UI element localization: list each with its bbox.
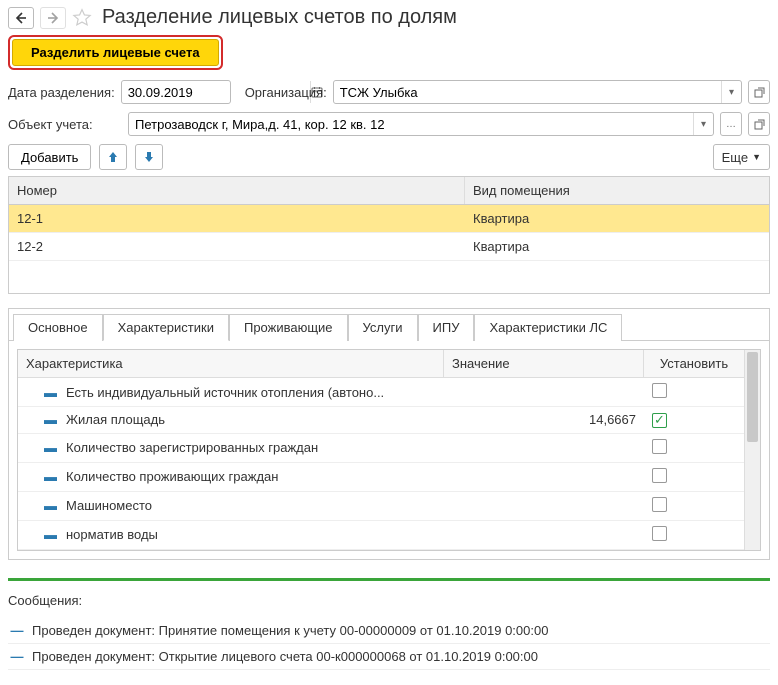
nav-forward-button[interactable]	[40, 7, 66, 29]
org-label: Организация:	[245, 85, 327, 100]
date-input-wrap	[121, 80, 231, 104]
char-header-value[interactable]: Значение	[444, 350, 644, 377]
split-button-highlight: Разделить лицевые счета	[8, 35, 223, 70]
nav-back-button[interactable]	[8, 7, 34, 29]
obj-open-button[interactable]	[748, 112, 770, 136]
grid-row[interactable]: 12-2 Квартира	[9, 233, 769, 261]
arrow-up-icon	[107, 151, 119, 163]
char-scrollbar[interactable]	[744, 350, 760, 550]
grid-cell-room-type: Квартира	[465, 205, 769, 232]
char-checkbox[interactable]	[652, 497, 667, 512]
message-text: Проведен документ: Принятие помещения к …	[32, 623, 548, 638]
message-row[interactable]: — Проведен документ: Принятие помещения …	[8, 618, 770, 644]
more-label: Еще	[722, 150, 748, 165]
collapse-icon: ▬	[44, 385, 56, 400]
char-value	[444, 387, 644, 397]
grid-cell-number: 12-1	[9, 205, 465, 232]
grid-cell-number: 12-2	[9, 233, 465, 260]
messages-title: Сообщения:	[8, 593, 770, 608]
tab-residents[interactable]: Проживающие	[229, 314, 348, 341]
section-separator	[8, 578, 770, 581]
char-row[interactable]: ▬ Машиноместо	[18, 492, 744, 521]
arrow-down-icon	[143, 151, 155, 163]
collapse-icon: ▬	[44, 527, 56, 542]
char-row[interactable]: ▬ норматив воды	[18, 521, 744, 550]
char-value	[444, 530, 644, 540]
obj-dropdown-button[interactable]: ▾	[693, 113, 713, 135]
org-input-wrap: ▾	[333, 80, 742, 104]
char-header-name[interactable]: Характеристика	[18, 350, 444, 377]
char-checkbox[interactable]	[652, 383, 667, 398]
dash-icon: —	[10, 623, 24, 638]
more-button[interactable]: Еще ▼	[713, 144, 770, 170]
move-down-button[interactable]	[135, 144, 163, 170]
dash-icon: —	[10, 649, 24, 664]
char-checkbox[interactable]: ✓	[652, 413, 667, 428]
char-row[interactable]: ▬ Есть индивидуальный источник отопления …	[18, 378, 744, 407]
arrow-right-icon	[47, 12, 59, 24]
open-external-icon	[754, 87, 765, 98]
collapse-icon: ▬	[44, 498, 56, 513]
move-up-button[interactable]	[99, 144, 127, 170]
arrow-left-icon	[15, 12, 27, 24]
favorite-star-icon[interactable]	[72, 8, 92, 28]
chevron-down-icon: ▼	[752, 152, 761, 162]
char-name: норматив воды	[66, 527, 158, 542]
char-row[interactable]: ▬ Количество зарегистрированных граждан	[18, 434, 744, 463]
obj-input-wrap: ▾	[128, 112, 714, 136]
characteristics-grid: Характеристика Значение Установить ▬ Есть…	[17, 349, 761, 551]
char-name: Есть индивидуальный источник отопления (…	[66, 385, 384, 400]
grid-row[interactable]: 12-1 Квартира	[9, 205, 769, 233]
tab-ls-characteristics[interactable]: Характеристики ЛС	[474, 314, 622, 341]
char-checkbox[interactable]	[652, 439, 667, 454]
char-row[interactable]: ▬ Жилая площадь 14,6667 ✓	[18, 407, 744, 434]
char-name: Жилая площадь	[66, 412, 165, 427]
split-accounts-button[interactable]: Разделить лицевые счета	[12, 39, 219, 66]
char-header-set[interactable]: Установить	[644, 350, 744, 377]
obj-select-button[interactable]: …	[720, 112, 742, 136]
open-external-icon	[754, 119, 765, 130]
obj-input[interactable]	[129, 113, 693, 135]
add-button[interactable]: Добавить	[8, 144, 91, 170]
org-dropdown-button[interactable]: ▾	[721, 81, 741, 103]
page-title: Разделение лицевых счетов по долям	[102, 6, 457, 29]
char-name: Количество проживающих граждан	[66, 469, 278, 484]
tab-ipu[interactable]: ИПУ	[418, 314, 475, 341]
char-row[interactable]: ▬ Количество проживающих граждан	[18, 463, 744, 492]
date-label: Дата разделения:	[8, 85, 115, 100]
message-row[interactable]: — Проведен документ: Открытие лицевого с…	[8, 644, 770, 670]
obj-label: Объект учета:	[8, 117, 122, 132]
collapse-icon: ▬	[44, 440, 56, 455]
org-input[interactable]	[334, 81, 721, 103]
org-open-button[interactable]	[748, 80, 770, 104]
grid-cell-room-type: Квартира	[465, 233, 769, 260]
char-value	[444, 501, 644, 511]
char-name: Количество зарегистрированных граждан	[66, 440, 318, 455]
collapse-icon: ▬	[44, 469, 56, 484]
scrollbar-thumb[interactable]	[747, 352, 758, 442]
tab-characteristics[interactable]: Характеристики	[103, 314, 229, 341]
tab-services[interactable]: Услуги	[348, 314, 418, 341]
char-name: Машиноместо	[66, 498, 152, 513]
char-value	[444, 472, 644, 482]
tabs: Основное Характеристики Проживающие Услу…	[8, 308, 770, 341]
message-text: Проведен документ: Открытие лицевого сче…	[32, 649, 538, 664]
grid-header-number[interactable]: Номер	[9, 177, 465, 204]
accounts-grid: Номер Вид помещения 12-1 Квартира 12-2 К…	[8, 176, 770, 294]
tab-panel-characteristics: Характеристика Значение Установить ▬ Есть…	[8, 341, 770, 560]
collapse-icon: ▬	[44, 412, 56, 427]
grid-header-room-type[interactable]: Вид помещения	[465, 177, 769, 204]
char-checkbox[interactable]	[652, 526, 667, 541]
char-value: 14,6667	[444, 407, 644, 432]
char-checkbox[interactable]	[652, 468, 667, 483]
char-value	[444, 443, 644, 453]
tab-main[interactable]: Основное	[13, 314, 103, 341]
